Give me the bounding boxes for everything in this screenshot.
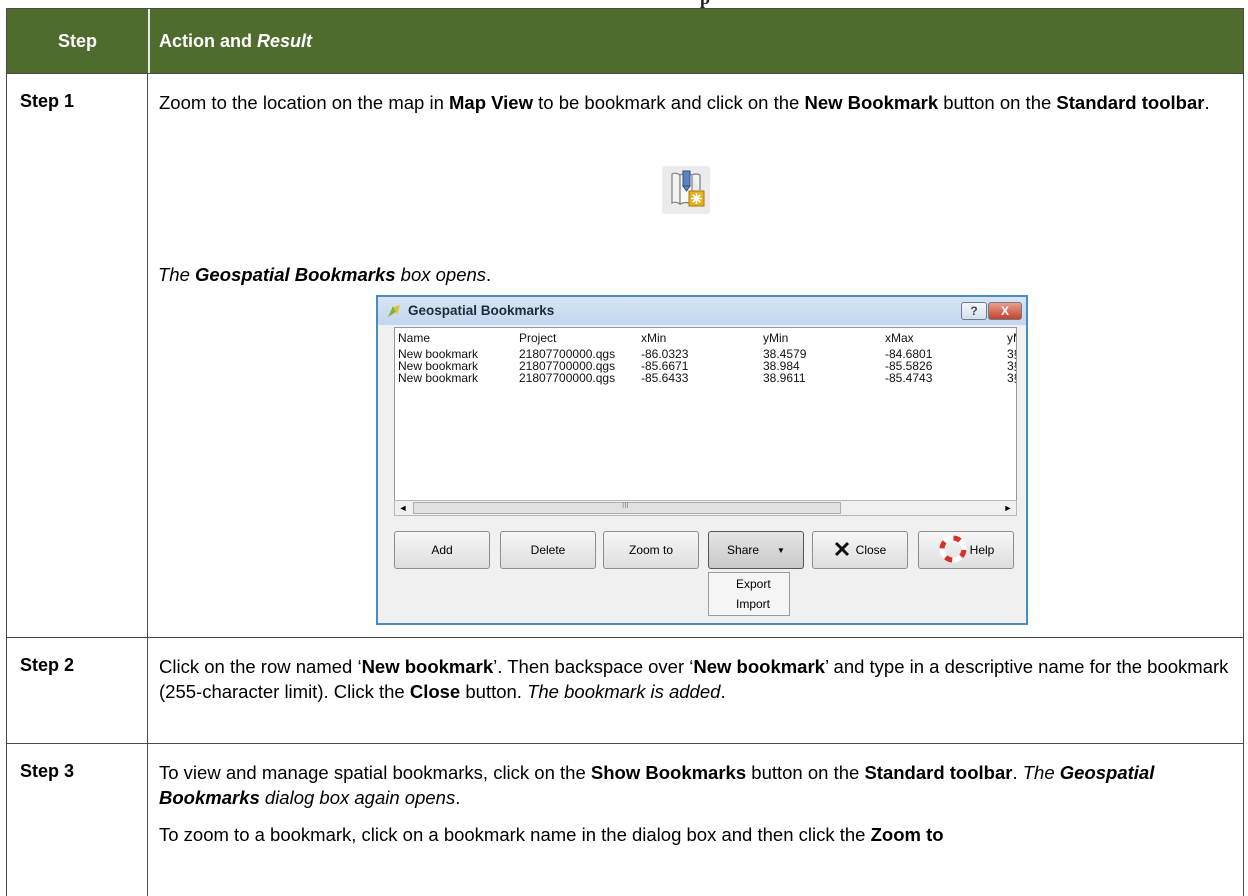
menu-item-export[interactable]: Export [736,577,771,591]
bookmark-list[interactable]: Name Project xMin yMin xMax yM New bookm… [394,327,1017,514]
delete-button[interactable]: Delete [500,531,596,569]
dialog-titlebar: Geospatial Bookmarks ? X [378,297,1026,325]
horizontal-scrollbar[interactable]: ◄ III ► [394,500,1017,516]
scroll-left-arrow-icon[interactable]: ◄ [395,501,411,515]
column-header-ymin[interactable]: yMin [763,331,788,345]
step-body: To view and manage spatial bookmarks, cl… [159,762,1155,845]
column-header-xmax[interactable]: xMax [885,331,914,345]
table-row: Step 3 To view and manage spatial bookma… [7,743,1243,896]
help-lifebuoy-icon [938,534,968,567]
dialog-title: Geospatial Bookmarks [408,303,555,318]
qgis-logo-icon [386,303,402,324]
window-help-button[interactable]: ? [961,302,987,320]
column-header-project[interactable]: Project [519,331,556,345]
page-header-clip: p [0,0,1248,8]
step-label: Step 2 [20,655,75,675]
share-dropdown-menu: Export Import [708,572,790,616]
step-body: Click on the row named ‘New bookmark’. T… [159,656,1229,702]
scroll-right-arrow-icon[interactable]: ► [1000,501,1016,515]
header-action: Action and Result [159,30,313,51]
step-label: Step 1 [20,91,75,111]
table-header: Step Action and Result [7,9,1243,73]
step1-instruction: Zoom to the location on the map in Map V… [159,92,1210,113]
column-header-xmin[interactable]: xMin [641,331,666,345]
header-step: Step [57,30,97,51]
close-button[interactable]: Close [812,531,908,569]
dropdown-arrow-icon: ▼ [777,545,785,555]
step-body: Zoom to the location on the map in Map V… [159,90,1229,127]
column-header-name[interactable]: Name [398,331,430,345]
close-x-icon [834,541,850,560]
table-row: Step 2 Click on the row named ‘New bookm… [7,637,1243,743]
column-header-ymax[interactable]: yM [1007,331,1016,345]
share-button[interactable]: Share ▼ [708,531,804,569]
help-button[interactable]: Help [918,531,1014,569]
zoom-to-button[interactable]: Zoom to [603,531,699,569]
menu-item-import[interactable]: Import [736,597,770,611]
new-bookmark-icon [662,166,710,214]
step-label: Step 3 [20,761,75,781]
geospatial-bookmarks-dialog: Geospatial Bookmarks ? X Name Project xM… [376,295,1028,625]
step1-result: The Geospatial Bookmarks box opens. [158,264,492,285]
window-close-button[interactable]: X [988,302,1022,320]
scrollbar-thumb[interactable]: III [413,501,841,514]
add-button[interactable]: Add [394,531,490,569]
